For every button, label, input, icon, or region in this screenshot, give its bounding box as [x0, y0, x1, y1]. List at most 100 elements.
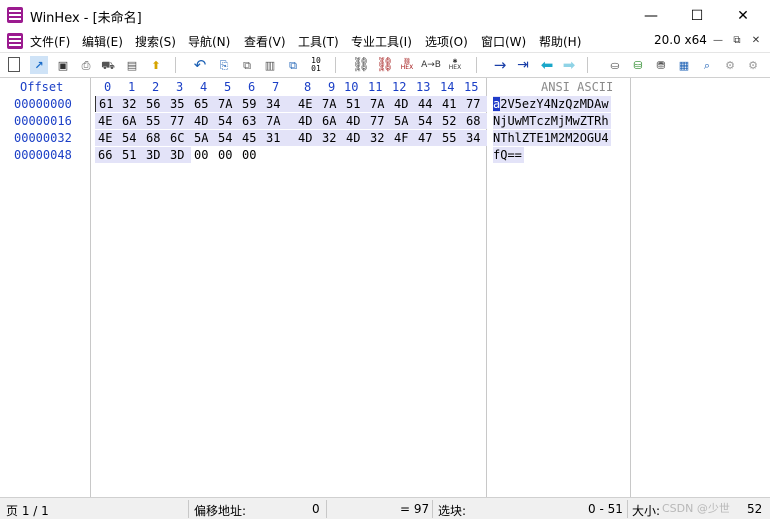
row-offset[interactable]: 00000032 — [14, 131, 72, 145]
ascii-row[interactable]: NjUwMTczMjMwZTRh — [493, 113, 611, 129]
hex-byte[interactable]: 44 — [415, 96, 439, 112]
hex-byte[interactable]: 54 — [215, 130, 239, 146]
hex-byte[interactable]: 47 — [415, 130, 439, 146]
doc-minimize-button[interactable]: — — [710, 34, 726, 48]
find-hex-values-icon[interactable]: ✱ HEX — [446, 56, 464, 74]
binary-icon[interactable]: 10 01 — [307, 56, 325, 74]
back-icon[interactable]: ⬅ — [538, 56, 556, 74]
hex-byte[interactable]: 34 — [463, 130, 487, 146]
row-offset[interactable]: 00000048 — [14, 148, 72, 162]
hex-byte[interactable]: 45 — [239, 130, 263, 146]
hex-byte[interactable]: 54 — [415, 113, 439, 129]
hex-byte[interactable]: 4E — [295, 96, 319, 112]
hash-icon[interactable]: ⚙ — [721, 56, 739, 74]
hex-byte[interactable]: 6C — [167, 130, 191, 146]
hex-byte[interactable]: 32 — [367, 130, 391, 146]
hex-byte[interactable]: 00 — [215, 147, 239, 163]
menu-help[interactable]: 帮助(H) — [539, 33, 581, 50]
hex-byte[interactable]: 32 — [119, 96, 143, 112]
hex-byte[interactable]: 00 — [191, 147, 215, 163]
hex-byte[interactable]: 68 — [143, 130, 167, 146]
hex-byte[interactable]: 00 — [239, 147, 263, 163]
hex-byte[interactable]: 66 — [95, 147, 119, 163]
goto-offset-icon[interactable]: → — [491, 56, 509, 74]
hex-byte[interactable]: 4D — [295, 130, 319, 146]
hex-byte[interactable]: 31 — [263, 130, 287, 146]
find-hex-icon[interactable]: ⛓ — [376, 56, 394, 74]
hex-byte[interactable]: 32 — [319, 130, 343, 146]
file-properties-icon[interactable]: ▤ — [123, 56, 141, 74]
ascii-row[interactable]: NThlZTE1M2M2OGU4 — [493, 130, 611, 146]
menu-specialist-tools[interactable]: 专业工具(I) — [351, 33, 412, 50]
properties-icon[interactable]: ⛟ — [99, 56, 117, 74]
doc-restore-button[interactable]: ⧉ — [729, 34, 745, 48]
menu-tools[interactable]: 工具(T) — [298, 33, 339, 50]
hex-byte[interactable]: 77 — [463, 96, 487, 112]
print-icon[interactable]: ⎙ — [77, 56, 95, 74]
doc-close-button[interactable]: ✕ — [748, 34, 764, 48]
document-menu-icon[interactable] — [7, 33, 23, 49]
hex-byte[interactable]: 54 — [119, 130, 143, 146]
hex-byte[interactable]: 54 — [215, 113, 239, 129]
hex-byte[interactable]: 63 — [239, 113, 263, 129]
ascii-row[interactable]: fQ== — [493, 147, 524, 163]
hex-byte[interactable]: 4F — [391, 130, 415, 146]
hex-byte[interactable]: 5A — [191, 130, 215, 146]
hex-byte[interactable]: 4D — [343, 130, 367, 146]
hex-byte[interactable]: 7A — [367, 96, 391, 112]
ascii-row[interactable]: a2V5ezY4NzQzMDAw — [493, 96, 611, 112]
hex-byte[interactable]: 4E — [95, 113, 119, 129]
maximize-button[interactable]: ☐ — [674, 0, 720, 31]
menu-search[interactable]: 搜索(S) — [135, 33, 176, 50]
hex-byte[interactable]: 4D — [343, 113, 367, 129]
hex-byte[interactable]: 59 — [239, 96, 263, 112]
hex-byte[interactable]: 61 — [95, 96, 119, 112]
new-file-icon[interactable] — [8, 57, 20, 72]
hex-byte[interactable]: 3D — [167, 147, 191, 163]
hex-byte[interactable]: 3D — [143, 147, 167, 163]
hex-byte[interactable]: 56 — [143, 96, 167, 112]
hex-byte[interactable]: 77 — [367, 113, 391, 129]
menu-options[interactable]: 选项(O) — [425, 33, 468, 50]
hex-byte[interactable]: 4D — [295, 113, 319, 129]
hex-byte[interactable]: 6A — [119, 113, 143, 129]
zoom-icon[interactable]: ⌕ — [698, 56, 716, 74]
hex-byte[interactable]: 51 — [343, 96, 367, 112]
hex-byte[interactable]: 41 — [439, 96, 463, 112]
calculator-icon[interactable]: ▦ — [675, 56, 693, 74]
menu-window[interactable]: 窗口(W) — [481, 33, 526, 50]
hex-byte[interactable]: 4D — [191, 113, 215, 129]
open-disk-icon[interactable]: ⛀ — [606, 56, 624, 74]
settings-icon[interactable]: ⚙ — [744, 56, 762, 74]
hex-byte[interactable]: 5A — [391, 113, 415, 129]
hex-byte[interactable]: 52 — [439, 113, 463, 129]
row-offset[interactable]: 00000016 — [14, 114, 72, 128]
row-offset[interactable]: 00000000 — [14, 97, 72, 111]
minimize-button[interactable]: — — [628, 0, 674, 31]
hex-byte[interactable]: 55 — [143, 113, 167, 129]
hex-byte[interactable]: 4E — [95, 130, 119, 146]
menu-view[interactable]: 查看(V) — [244, 33, 286, 50]
menu-navigation[interactable]: 导航(N) — [188, 33, 230, 50]
save-disk-icon[interactable]: ⛁ — [629, 56, 647, 74]
hex-byte[interactable]: 55 — [439, 130, 463, 146]
hex-byte[interactable]: 51 — [119, 147, 143, 163]
paste-icon[interactable]: ▥ — [261, 56, 279, 74]
export-icon[interactable]: ⬆ — [147, 56, 165, 74]
open-icon[interactable]: ↗ — [30, 56, 48, 74]
hex-byte[interactable]: 7A — [263, 113, 287, 129]
hex-byte[interactable]: 7A — [215, 96, 239, 112]
hex-byte[interactable]: 77 — [167, 113, 191, 129]
goto-sector-icon[interactable]: ⇥ — [514, 56, 532, 74]
disk-tools-icon[interactable]: ⛃ — [652, 56, 670, 74]
hex-byte[interactable]: 34 — [263, 96, 287, 112]
paste-block-icon[interactable]: ⧉ — [284, 56, 302, 74]
forward-icon[interactable]: ➡ — [560, 56, 578, 74]
menu-file[interactable]: 文件(F) — [30, 33, 70, 50]
hex-byte[interactable]: 65 — [191, 96, 215, 112]
save-icon[interactable]: ▣ — [54, 56, 72, 74]
copy-icon[interactable]: ⎘ — [215, 56, 233, 74]
replace-hex-icon[interactable]: A→B — [421, 56, 441, 74]
hex-editor[interactable]: Offset 0 1 2 3 4 5 6 7 8 9 10 11 12 13 1… — [0, 77, 770, 498]
find-text-icon[interactable]: ⛓ — [352, 56, 370, 74]
